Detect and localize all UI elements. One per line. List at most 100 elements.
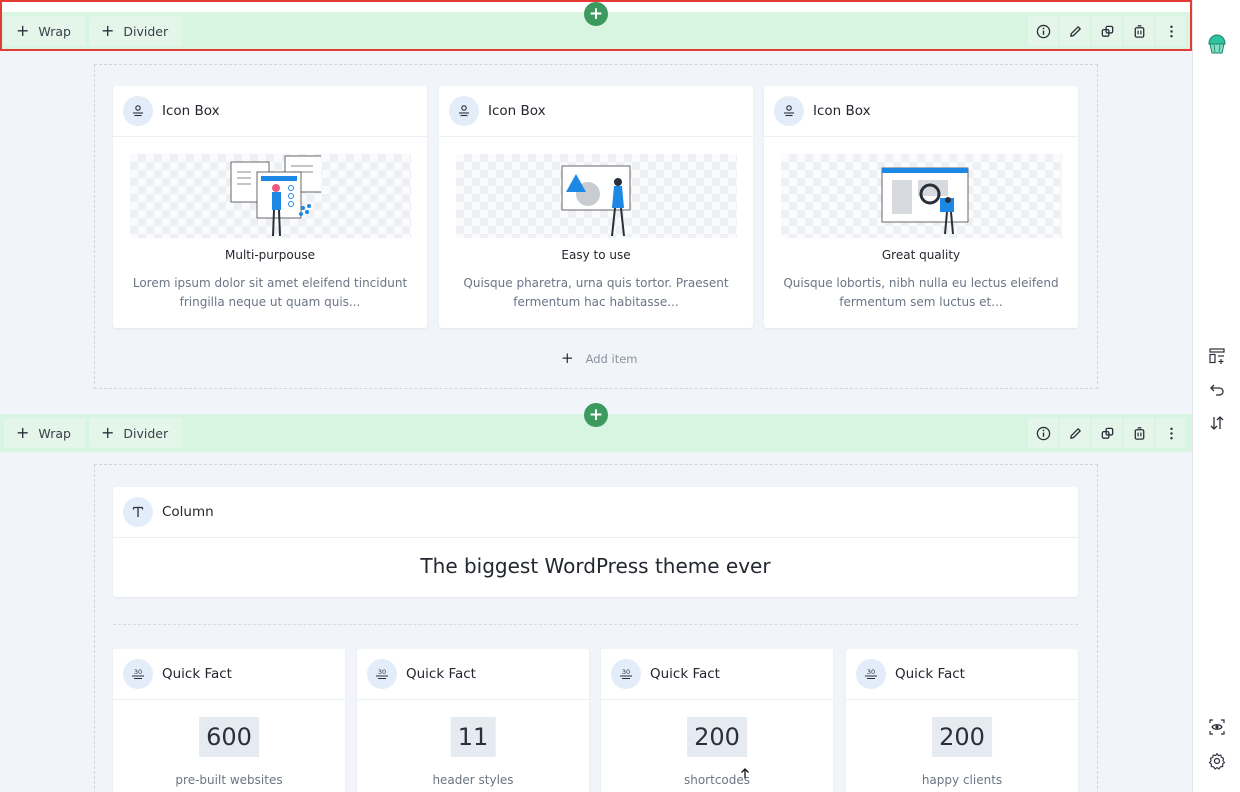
quick-fact-label: header styles bbox=[432, 773, 514, 787]
add-section-button[interactable]: + bbox=[584, 2, 608, 26]
card-header: Column bbox=[113, 487, 1078, 538]
edit-pencil-icon bbox=[1069, 25, 1081, 37]
card-header: 30 Quick Fact bbox=[601, 649, 833, 700]
add-item-label: Add item bbox=[585, 351, 638, 366]
icon-box-image bbox=[456, 154, 737, 238]
add-wrap-button[interactable]: + Wrap bbox=[4, 418, 85, 448]
icon-box-card[interactable]: Icon Box Great quality Quisque lobortis,… bbox=[764, 86, 1078, 328]
documents-illustration bbox=[230, 155, 321, 237]
settings-button[interactable] bbox=[1205, 749, 1229, 773]
info-icon bbox=[1036, 426, 1050, 440]
logo-button[interactable] bbox=[1205, 32, 1229, 56]
more-vertical-icon bbox=[1169, 427, 1173, 439]
add-wrap-button[interactable]: + Wrap bbox=[4, 16, 85, 46]
divider-line bbox=[113, 624, 1078, 625]
quick-fact-card[interactable]: 30 Quick Fact 200 shortcodes bbox=[601, 649, 833, 792]
add-divider-label: Divider bbox=[123, 425, 169, 441]
info-icon bbox=[1036, 24, 1050, 38]
quick-fact-card[interactable]: 30 Quick Fact 200 happy clients bbox=[846, 649, 1078, 792]
card-header-title: Quick Fact bbox=[162, 666, 232, 682]
icon-box-text: Quisque pharetra, urna quis tortor. Prae… bbox=[463, 276, 729, 309]
add-divider-button[interactable]: + Divider bbox=[88, 418, 183, 448]
delete-icon bbox=[1134, 24, 1144, 38]
plus-icon: + bbox=[16, 21, 30, 40]
more-button[interactable] bbox=[1156, 16, 1186, 46]
magnifier-illustration bbox=[881, 167, 968, 235]
icon-box-card[interactable]: Icon Box Easy to use Quisque pharetra, u… bbox=[439, 86, 753, 328]
more-vertical-icon bbox=[1169, 25, 1173, 37]
card-header-title: Quick Fact bbox=[895, 666, 965, 682]
card-header-title: Icon Box bbox=[162, 103, 220, 119]
card-header: 30 Quick Fact bbox=[357, 649, 589, 700]
text-type-icon bbox=[123, 497, 153, 527]
settings-gear-icon bbox=[1208, 752, 1226, 770]
card-header: 30 Quick Fact bbox=[846, 649, 1078, 700]
edit-pencil-icon bbox=[1069, 427, 1081, 439]
plus-icon: + bbox=[100, 423, 115, 442]
card-header-title: Column bbox=[162, 504, 214, 520]
preview-eye-icon bbox=[1209, 719, 1225, 735]
info-button[interactable] bbox=[1028, 418, 1058, 448]
icon-box-title: Multi-purpouse bbox=[224, 248, 316, 262]
delete-icon bbox=[1134, 426, 1144, 440]
icon-box-type-icon bbox=[123, 96, 153, 126]
delete-button[interactable] bbox=[1124, 16, 1154, 46]
svg-text:30: 30 bbox=[378, 668, 386, 676]
quick-fact-label: pre-built websites bbox=[175, 773, 283, 787]
card-header-title: Icon Box bbox=[488, 103, 546, 119]
add-layout-icon bbox=[1209, 348, 1225, 364]
card-header: 30 Quick Fact bbox=[113, 649, 345, 700]
quick-fact-card[interactable]: 30 Quick Fact 11 header styles bbox=[357, 649, 589, 792]
quick-fact-type-icon: 30 bbox=[123, 659, 153, 689]
duplicate-icon bbox=[1101, 25, 1113, 37]
icon-box-title: Easy to use bbox=[561, 248, 631, 262]
quick-fact-type-icon: 30 bbox=[856, 659, 886, 689]
edit-button[interactable] bbox=[1060, 418, 1090, 448]
plus-icon: + bbox=[561, 349, 574, 367]
cupcake-logo-icon bbox=[1208, 34, 1226, 54]
duplicate-button[interactable] bbox=[1092, 418, 1122, 448]
section-tools bbox=[1026, 418, 1186, 448]
svg-text:30: 30 bbox=[867, 668, 875, 676]
undo-icon bbox=[1210, 384, 1224, 396]
more-button[interactable] bbox=[1156, 418, 1186, 448]
quick-fact-card[interactable]: 30 Quick Fact 600 pre-built websites bbox=[113, 649, 345, 792]
quick-fact-number: 200 bbox=[932, 717, 992, 757]
edit-button[interactable] bbox=[1060, 16, 1090, 46]
add-divider-label: Divider bbox=[123, 23, 169, 39]
quick-fact-number: 200 bbox=[687, 717, 747, 757]
card-header-title: Quick Fact bbox=[650, 666, 720, 682]
add-layout-button[interactable] bbox=[1205, 344, 1229, 368]
icon-box-type-icon bbox=[449, 96, 479, 126]
column-card[interactable]: Column The biggest WordPress theme ever bbox=[113, 487, 1078, 597]
icon-box-image bbox=[130, 154, 411, 238]
icon-box-type-icon bbox=[774, 96, 804, 126]
icon-box-card[interactable]: Icon Box Multi-purpouse Lorem ipsum dolo… bbox=[113, 86, 427, 328]
plus-icon: + bbox=[100, 21, 115, 40]
duplicate-button[interactable] bbox=[1092, 16, 1122, 46]
undo-button[interactable] bbox=[1205, 377, 1229, 401]
quick-fact-number: 11 bbox=[450, 717, 496, 757]
add-divider-button[interactable]: + Divider bbox=[88, 16, 183, 46]
plus-icon: + bbox=[16, 423, 30, 442]
info-button[interactable] bbox=[1028, 16, 1058, 46]
add-wrap-label: Wrap bbox=[38, 425, 71, 441]
builder-canvas: + Wrap + Divider + Icon Box Multi-purpou… bbox=[0, 0, 1192, 792]
quick-fact-number: 600 bbox=[199, 717, 259, 757]
delete-button[interactable] bbox=[1124, 418, 1154, 448]
column-heading: The biggest WordPress theme ever bbox=[420, 554, 771, 578]
card-header: Icon Box bbox=[764, 86, 1078, 137]
icon-box-text: Quisque lobortis, nibh nulla eu lectus e… bbox=[783, 276, 1059, 309]
card-header: Icon Box bbox=[113, 86, 427, 137]
icon-box-text: Lorem ipsum dolor sit amet eleifend tinc… bbox=[132, 276, 408, 309]
sort-button[interactable] bbox=[1205, 411, 1229, 435]
icon-box-image bbox=[781, 154, 1062, 238]
add-section-button[interactable]: + bbox=[584, 403, 608, 427]
add-item-button[interactable]: + Add item bbox=[561, 351, 637, 366]
preview-button[interactable] bbox=[1205, 715, 1229, 739]
svg-text:30: 30 bbox=[622, 668, 630, 676]
svg-text:30: 30 bbox=[134, 668, 142, 676]
card-header: Icon Box bbox=[439, 86, 753, 137]
mouse-cursor-icon bbox=[741, 768, 749, 778]
shapes-illustration bbox=[561, 165, 630, 237]
